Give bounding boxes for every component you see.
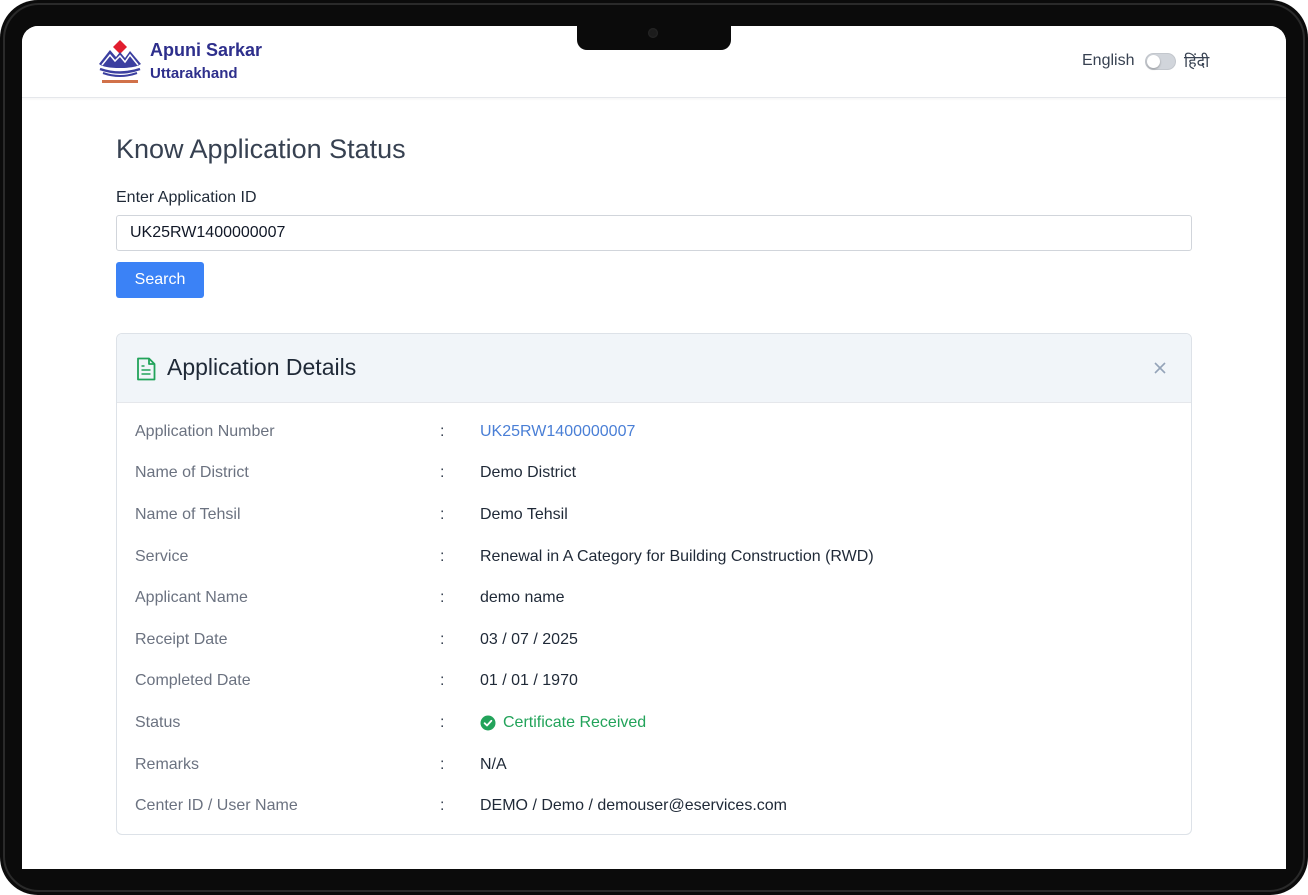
detail-row-district: Name of District : Demo District xyxy=(117,464,1191,488)
search-button[interactable]: Search xyxy=(116,262,204,298)
toggle-knob xyxy=(1147,55,1160,68)
detail-value: 01 / 01 / 1970 xyxy=(480,672,578,689)
detail-separator: : xyxy=(440,714,445,731)
detail-label: Center ID / User Name xyxy=(135,797,298,814)
card-header: Application Details xyxy=(117,334,1191,403)
detail-value: demo name xyxy=(480,589,565,606)
status-text: Certificate Received xyxy=(503,714,647,731)
detail-row-tehsil: Name of Tehsil : Demo Tehsil xyxy=(117,506,1191,530)
detail-row-receipt-date: Receipt Date : 03 / 07 / 2025 xyxy=(117,631,1191,655)
detail-row-completed-date: Completed Date : 01 / 01 / 1970 xyxy=(117,672,1191,696)
detail-row-application-number: Application Number : UK25RW1400000007 xyxy=(117,423,1191,447)
detail-separator: : xyxy=(440,797,445,814)
check-circle-icon xyxy=(480,715,496,731)
detail-value: Demo District xyxy=(480,464,577,481)
detail-separator: : xyxy=(440,672,445,689)
close-icon[interactable] xyxy=(1150,358,1170,378)
detail-separator: : xyxy=(440,548,445,565)
detail-row-remarks: Remarks : N/A xyxy=(117,756,1191,780)
detail-separator: : xyxy=(440,589,445,606)
detail-value: 03 / 07 / 2025 xyxy=(480,631,578,648)
detail-value: DEMO / Demo / demouser@eservices.com xyxy=(480,797,787,814)
detail-separator: : xyxy=(440,756,445,773)
detail-separator: : xyxy=(440,423,445,440)
detail-label: Remarks xyxy=(135,756,200,773)
application-id-input[interactable] xyxy=(116,215,1192,251)
detail-separator: : xyxy=(440,506,445,523)
brand-title[interactable]: Apuni Sarkar xyxy=(150,40,262,61)
detail-label: Status xyxy=(135,714,181,731)
brand-subtitle[interactable]: Uttarakhand xyxy=(150,65,238,82)
detail-label: Application Number xyxy=(135,423,275,440)
camera-notch xyxy=(577,22,731,50)
detail-value: Demo Tehsil xyxy=(480,506,568,523)
document-icon xyxy=(137,357,156,381)
page-title: Know Application Status xyxy=(116,134,406,164)
detail-label: Name of Tehsil xyxy=(135,506,241,523)
application-number-link[interactable]: UK25RW1400000007 xyxy=(480,423,635,441)
screen: Apuni Sarkar Uttarakhand English हिंदी K… xyxy=(22,26,1286,869)
detail-value: N/A xyxy=(480,756,507,773)
detail-separator: : xyxy=(440,464,445,481)
detail-value: Renewal in A Category for Building Const… xyxy=(480,548,874,565)
status-value: Certificate Received xyxy=(480,714,646,732)
detail-row-service: Service : Renewal in A Category for Buil… xyxy=(117,548,1191,572)
detail-row-center-id: Center ID / User Name : DEMO / Demo / de… xyxy=(117,797,1191,821)
language-toggle[interactable] xyxy=(1145,53,1176,70)
detail-label: Receipt Date xyxy=(135,631,228,648)
application-id-label: Enter Application ID xyxy=(116,189,257,206)
language-english-label: English xyxy=(1082,52,1135,69)
detail-label: Service xyxy=(135,548,189,565)
detail-label: Name of District xyxy=(135,464,249,481)
detail-label: Completed Date xyxy=(135,672,251,689)
application-details-card: Application Details Application Number :… xyxy=(116,333,1192,835)
detail-separator: : xyxy=(440,631,445,648)
camera-icon xyxy=(648,28,658,38)
detail-label: Applicant Name xyxy=(135,589,248,606)
uttarakhand-logo-icon[interactable] xyxy=(96,38,144,88)
language-hindi-label: हिंदी xyxy=(1184,54,1210,71)
detail-row-status: Status : Certificate Received xyxy=(117,714,1191,738)
card-title: Application Details xyxy=(167,354,357,380)
detail-row-applicant-name: Applicant Name : demo name xyxy=(117,589,1191,613)
